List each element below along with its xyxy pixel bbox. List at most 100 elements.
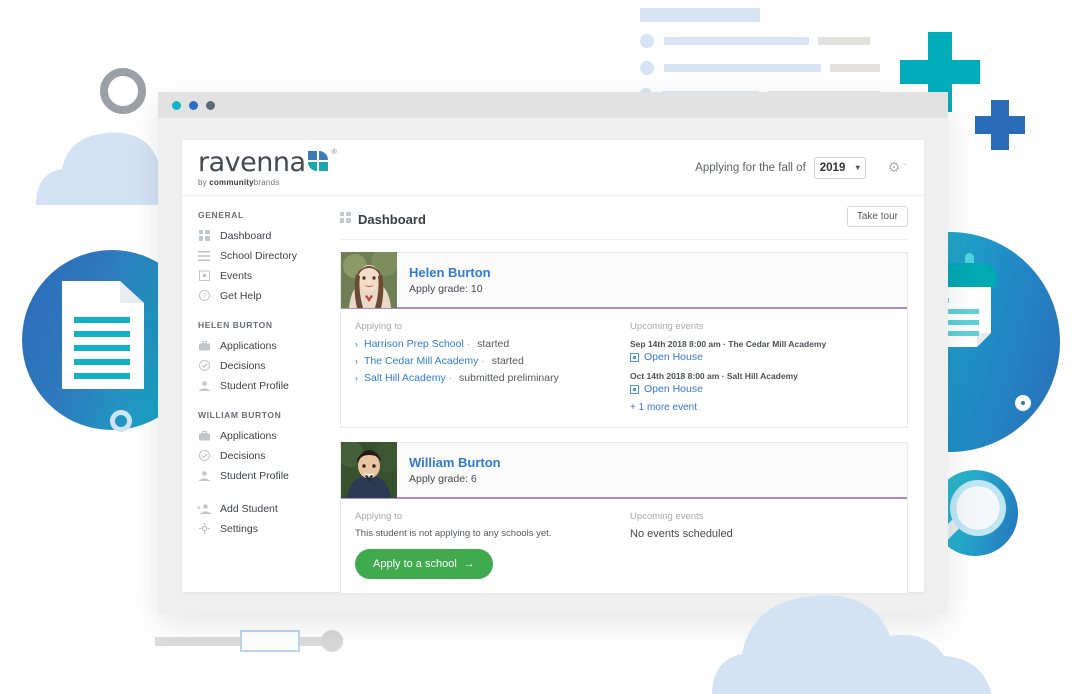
nav-group-title: GENERAL	[198, 210, 244, 220]
student-card-title: William Burton Apply grade: 6	[397, 454, 501, 487]
page-title-text: Dashboard	[358, 211, 426, 227]
event-meta: Oct 14th 2018 8:00 am · Salt Hill Academ…	[630, 371, 798, 381]
school-name[interactable]: The Cedar Mill Academy	[364, 355, 478, 367]
column-title: Applying to	[355, 511, 403, 522]
sidebar-item-settings[interactable]: Settings	[196, 520, 332, 537]
gray-ring-decoration	[100, 68, 146, 114]
event-link[interactable]: Open House	[630, 383, 893, 395]
cloud-decoration-bottom	[712, 560, 1022, 694]
gear-icon: ⚙	[887, 159, 901, 175]
logo-wordmark: ravenna	[198, 146, 306, 178]
empty-applications-message: This student is not applying to any scho…	[355, 528, 552, 539]
logo-mark-icon	[307, 150, 330, 173]
sidebar-item-label: Decisions	[220, 359, 266, 372]
event-link[interactable]: Open House	[630, 351, 893, 363]
apply-to-school-button[interactable]: Apply to a school →	[355, 549, 493, 579]
avatar	[341, 252, 397, 308]
blue-plus-decoration	[975, 100, 1025, 150]
application-status: started	[477, 338, 510, 350]
student-name[interactable]: Helen Burton	[409, 264, 491, 281]
divider	[340, 239, 908, 240]
ravenna-logo[interactable]: ravenna ® by communitybrands	[198, 149, 337, 187]
browser-viewport: ravenna ® by communitybrands Applying fo…	[158, 118, 948, 614]
calendar-icon	[630, 384, 639, 394]
sidebar: GENERAL Dashboard School Directory Event…	[182, 196, 332, 592]
take-tour-button[interactable]: Take tour	[846, 206, 908, 227]
white-ring-decoration	[1015, 395, 1031, 411]
briefcase-icon	[196, 429, 212, 442]
question-circle-icon: ?	[196, 289, 212, 302]
settings-menu-button[interactable]: ⚙ ˇ	[888, 159, 906, 176]
sidebar-item-helen-applications[interactable]: Applications	[196, 337, 332, 354]
slider-decoration	[155, 630, 343, 652]
sidebar-item-label: Events	[220, 269, 253, 282]
gear-icon	[196, 522, 212, 535]
nav-group-actions: Add Student Settings	[196, 500, 332, 537]
nav-group-title: HELEN BURTON	[198, 320, 273, 330]
event-item: Sep 14th 2018 8:00 am · The Cedar Mill A…	[630, 338, 893, 363]
separator: ·	[481, 356, 485, 367]
app-body: GENERAL Dashboard School Directory Event…	[182, 196, 924, 594]
upcoming-events-column: Upcoming events Sep 14th 2018 8:00 am · …	[630, 321, 893, 413]
sidebar-item-get-help[interactable]: ? Get Help	[196, 287, 332, 304]
check-circle-icon	[196, 449, 212, 462]
school-name[interactable]: Harrison Prep School	[364, 338, 464, 350]
application-row[interactable]: › Salt Hill Academy · submitted prelimin…	[355, 372, 630, 384]
sidebar-item-dashboard[interactable]: Dashboard	[196, 227, 332, 244]
sidebar-item-label: Settings	[220, 522, 258, 535]
sidebar-item-label: Decisions	[220, 449, 266, 462]
event-meta: Sep 14th 2018 8:00 am · The Cedar Mill A…	[630, 339, 827, 349]
list-icon	[196, 249, 212, 262]
logo-registered-mark: ®	[331, 148, 337, 156]
page-title: Dashboard	[340, 210, 908, 228]
student-grade: Apply grade: 6	[409, 472, 477, 485]
sidebar-item-william-decisions[interactable]: Decisions	[196, 447, 332, 464]
chevron-right-icon: ›	[355, 339, 358, 349]
column-title: Applying to	[355, 321, 403, 332]
page-root: ravenna ® by communitybrands Applying fo…	[0, 0, 1080, 694]
sidebar-item-label: Applications	[220, 429, 277, 442]
small-ring-decoration	[110, 410, 132, 432]
sidebar-item-events[interactable]: Events	[196, 267, 332, 284]
window-dot-close[interactable]	[172, 100, 181, 110]
sidebar-item-label: Dashboard	[220, 229, 272, 242]
sidebar-item-label: Student Profile	[220, 379, 289, 392]
logo-tagline: by communitybrands	[198, 177, 280, 187]
window-dot-maximize[interactable]	[206, 100, 215, 110]
person-icon	[196, 379, 212, 392]
sidebar-item-label: Applications	[220, 339, 277, 352]
sidebar-item-school-directory[interactable]: School Directory	[196, 247, 332, 264]
arrow-right-icon: →	[463, 558, 475, 570]
application-status: submitted preliminary	[459, 372, 559, 384]
ravenna-app: ravenna ® by communitybrands Applying fo…	[182, 140, 924, 594]
sidebar-item-william-student-profile[interactable]: Student Profile	[196, 467, 332, 484]
sidebar-item-label: Student Profile	[220, 469, 289, 482]
student-name[interactable]: William Burton	[409, 454, 501, 471]
year-select[interactable]: 2019 ▾	[813, 156, 866, 179]
school-name[interactable]: Salt Hill Academy	[364, 372, 446, 384]
document-icon	[62, 281, 144, 389]
window-dot-minimize[interactable]	[189, 100, 198, 110]
sidebar-item-label: School Directory	[220, 249, 298, 262]
column-title: Upcoming events	[630, 511, 704, 522]
calendar-icon	[630, 352, 639, 362]
sidebar-item-add-student[interactable]: Add Student	[196, 500, 332, 517]
sidebar-item-helen-student-profile[interactable]: Student Profile	[196, 377, 332, 394]
more-events-link[interactable]: + 1 more event	[630, 402, 893, 413]
sidebar-item-label: Add Student	[220, 502, 278, 515]
dashboard-grid-icon	[340, 210, 351, 228]
sidebar-item-william-applications[interactable]: Applications	[196, 427, 332, 444]
applying-to-column: Applying to › Harrison Prep School · sta…	[355, 321, 630, 413]
separator: ·	[466, 339, 471, 350]
header-controls: Applying for the fall of 2019 ▾ ⚙ ˇ	[695, 156, 906, 179]
student-card-header: Helen Burton Apply grade: 10	[341, 252, 907, 309]
application-row[interactable]: › The Cedar Mill Academy · started	[355, 355, 630, 367]
avatar	[341, 442, 397, 498]
person-icon	[196, 469, 212, 482]
year-value: 2019	[819, 161, 846, 174]
nav-group-general: GENERAL Dashboard School Directory Event…	[196, 210, 332, 304]
student-card-body: Applying to › Harrison Prep School · sta…	[341, 309, 907, 427]
briefcase-icon	[196, 339, 212, 352]
sidebar-item-helen-decisions[interactable]: Decisions	[196, 357, 332, 374]
application-row[interactable]: › Harrison Prep School · started	[355, 338, 630, 350]
